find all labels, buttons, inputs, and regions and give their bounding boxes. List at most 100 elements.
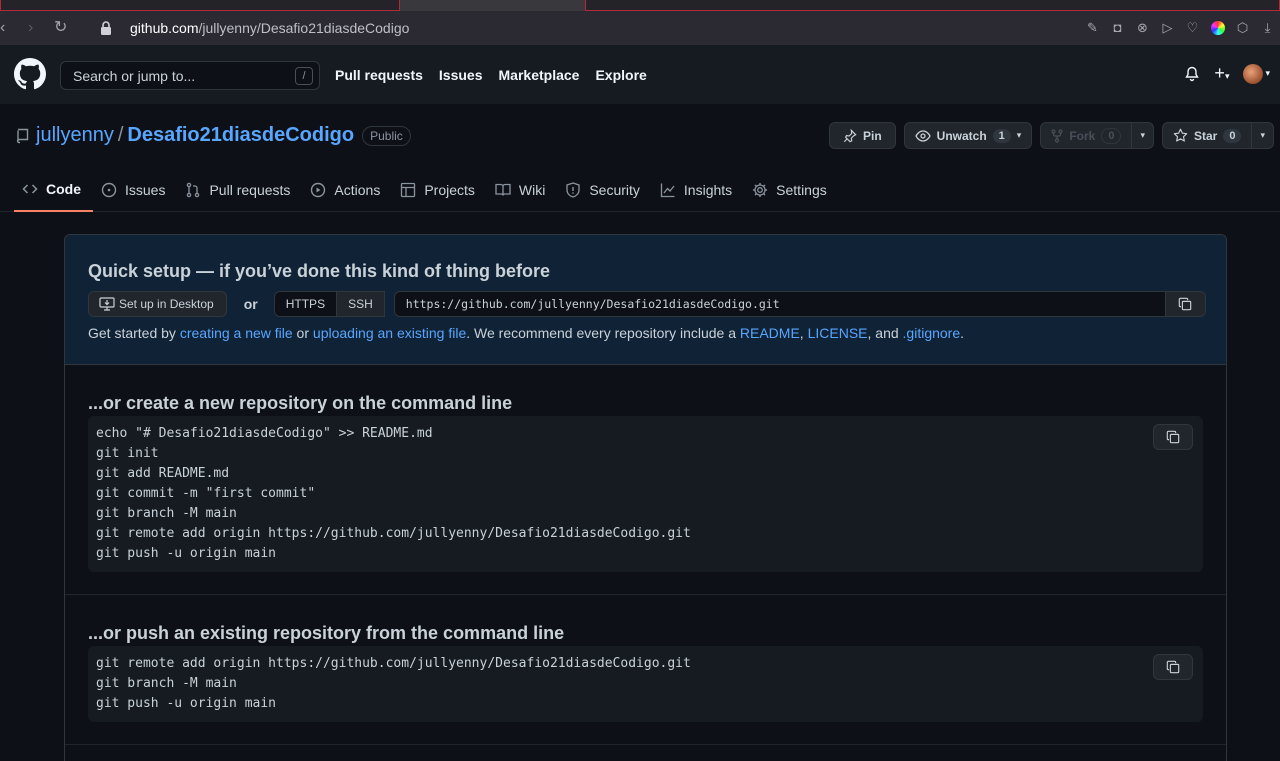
fork-dropdown[interactable]: ▾ — [1131, 123, 1153, 148]
chevron-down-icon: ▾ — [1265, 68, 1270, 78]
tab-wiki[interactable]: Wiki — [487, 177, 557, 212]
gear-icon — [753, 182, 768, 197]
push-existing-title: ...or push an existing repository from t… — [88, 623, 565, 643]
block-icon[interactable]: ⊗ — [1134, 19, 1151, 36]
hint-text: or — [292, 325, 313, 341]
new-repo-code-block: echo "# Desafio21diasdeCodigo" >> README… — [88, 416, 1203, 572]
tab-security[interactable]: Security — [557, 177, 652, 212]
pin-button[interactable]: Pin — [828, 122, 896, 149]
nav-issues[interactable]: Issues — [439, 67, 483, 83]
user-menu[interactable]: ▾ — [1243, 63, 1270, 84]
nav-pull-requests[interactable]: Pull requests — [335, 67, 423, 83]
tab-actions[interactable]: Actions — [302, 177, 392, 212]
star-dropdown[interactable]: ▾ — [1251, 123, 1273, 148]
hint-text: . We recommend every repository include … — [466, 325, 740, 341]
quick-setup-hint: Get started by creating a new file or up… — [88, 325, 964, 341]
browser-extensions: ✎ ◘ ⊗ ▷ ♡ ⬡ ⤓ — [1084, 19, 1276, 36]
push-existing-commands[interactable]: git remote add origin https://github.com… — [96, 654, 1195, 714]
repo-name-link[interactable]: Desafio21diasdeCodigo — [127, 124, 354, 147]
url-field[interactable]: github.com/jullyenny/Desafio21diasdeCodi… — [130, 20, 409, 36]
send-icon[interactable]: ▷ — [1159, 19, 1176, 36]
tab-label: Wiki — [518, 181, 546, 198]
watch-label: Unwatch — [936, 128, 987, 143]
tab-label: Code — [46, 180, 81, 197]
quick-setup-section: Quick setup — if you’ve done this kind o… — [65, 235, 1226, 365]
browser-tab-active[interactable] — [400, 0, 585, 11]
repo-tabs: Code Issues Pull requests Actions Projec… — [14, 177, 839, 212]
forward-icon[interactable]: › — [28, 19, 33, 37]
star-icon — [1173, 128, 1188, 142]
hint-text: , and — [867, 325, 903, 341]
setup-desktop-button[interactable]: Set up in Desktop — [88, 291, 227, 317]
fork-button[interactable]: Fork 0 ▾ — [1040, 122, 1154, 149]
push-existing-code-block: git remote add origin https://github.com… — [88, 646, 1203, 722]
or-label: or — [243, 296, 258, 312]
star-button[interactable]: Star 0 ▾ — [1162, 122, 1274, 149]
heart-icon[interactable]: ♡ — [1184, 19, 1201, 36]
tab-insights[interactable]: Insights — [652, 177, 744, 212]
copy-icon — [1166, 430, 1180, 444]
fork-icon — [1051, 128, 1063, 143]
repo-header: jullyenny / Desafio21diasdeCodigo Public… — [0, 104, 1280, 212]
tab-label: Insights — [683, 181, 733, 198]
quick-setup-title: Quick setup — if you’ve done this kind o… — [88, 261, 551, 281]
back-icon[interactable]: ‹ — [0, 19, 5, 37]
new-repo-section: ...or create a new repository on the com… — [65, 365, 1226, 595]
edit-icon[interactable]: ✎ — [1084, 19, 1101, 36]
cube-icon[interactable]: ⬡ — [1234, 19, 1251, 36]
header-actions: +▾ ▾ — [1184, 63, 1270, 84]
download-icon[interactable]: ⤓ — [1259, 19, 1276, 36]
repo-icon — [16, 128, 29, 143]
hint-text: . — [960, 325, 965, 341]
upload-file-link[interactable]: uploading an existing file — [313, 325, 466, 341]
nav-marketplace[interactable]: Marketplace — [499, 67, 580, 83]
tab-issues[interactable]: Issues — [93, 177, 177, 212]
camera-icon[interactable]: ◘ — [1109, 19, 1126, 36]
reload-icon[interactable]: ↻ — [54, 19, 67, 37]
tab-label: Projects — [424, 181, 475, 198]
tab-code[interactable]: Code — [14, 177, 93, 212]
github-logo-icon[interactable] — [14, 58, 46, 90]
browser-tab[interactable] — [0, 0, 400, 11]
browser-tab[interactable] — [585, 0, 1280, 11]
fork-label: Fork — [1069, 128, 1096, 143]
hint-text: Get started by — [88, 325, 180, 341]
create-new-file-link[interactable]: creating a new file — [180, 325, 293, 341]
nav-explore[interactable]: Explore — [595, 67, 646, 83]
path-separator: / — [117, 124, 124, 146]
repo-title: jullyenny / Desafio21diasdeCodigo Public — [16, 124, 411, 147]
tab-settings[interactable]: Settings — [744, 177, 839, 212]
new-repo-title: ...or create a new repository on the com… — [88, 393, 513, 413]
license-link[interactable]: LICENSE — [808, 325, 868, 341]
search-placeholder: Search or jump to... — [73, 68, 196, 84]
tab-label: Pull requests — [209, 181, 291, 198]
tab-pull-requests[interactable]: Pull requests — [177, 177, 302, 212]
tab-projects[interactable]: Projects — [392, 177, 487, 212]
table-icon — [401, 182, 416, 197]
create-new-dropdown[interactable]: +▾ — [1214, 63, 1229, 84]
watch-count: 1 — [992, 128, 1011, 143]
readme-link[interactable]: README — [740, 325, 800, 341]
copy-url-button[interactable] — [1165, 291, 1206, 317]
gitignore-link[interactable]: .gitignore — [903, 325, 961, 341]
color-wheel-icon[interactable] — [1209, 19, 1226, 36]
bell-icon[interactable] — [1184, 66, 1200, 82]
play-icon — [311, 182, 326, 197]
search-input[interactable]: Search or jump to... / — [60, 61, 320, 90]
clone-url-input[interactable]: https://github.com/jullyenny/Desafio21di… — [393, 291, 1166, 317]
copy-commands-button[interactable] — [1153, 424, 1193, 450]
visibility-badge: Public — [362, 125, 411, 146]
graph-icon — [660, 183, 675, 197]
repo-actions: Pin Unwatch 1 ▾ Fork 0 ▾ Star 0 ▾ — [828, 122, 1274, 149]
repo-owner-link[interactable]: jullyenny — [36, 124, 114, 147]
ssh-toggle[interactable]: SSH — [336, 292, 384, 316]
watch-button[interactable]: Unwatch 1 ▾ — [903, 122, 1033, 149]
new-repo-commands[interactable]: echo "# Desafio21diasdeCodigo" >> README… — [96, 424, 1195, 564]
chevron-down-icon: ▾ — [1016, 130, 1022, 140]
code-icon — [22, 183, 38, 194]
shield-icon — [566, 181, 580, 198]
tab-label: Actions — [334, 181, 381, 198]
copy-push-commands-button[interactable] — [1153, 654, 1193, 680]
browser-tab-strip — [0, 0, 1280, 11]
https-toggle[interactable]: HTTPS — [274, 292, 337, 316]
